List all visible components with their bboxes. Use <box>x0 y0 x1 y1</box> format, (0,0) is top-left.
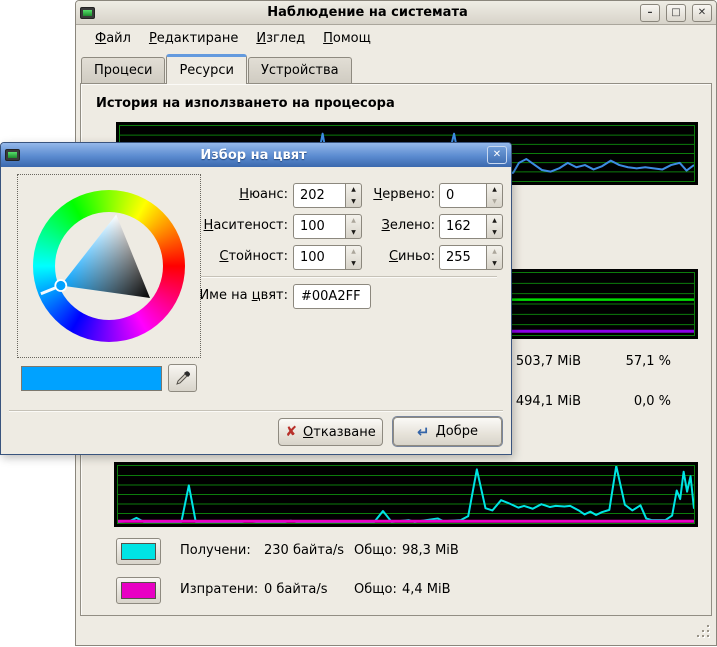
maximize-button[interactable]: □ <box>666 4 686 22</box>
sent-label: Изпратени: <box>180 582 258 597</box>
blue-down-arrow[interactable]: ▼ <box>487 258 502 270</box>
cancel-x-icon: ✘ <box>285 424 297 440</box>
received-rate: 230 байта/s <box>264 543 344 558</box>
received-color-button[interactable] <box>116 538 161 565</box>
tab-devices[interactable]: Устройства <box>248 57 352 84</box>
network-plot <box>117 465 695 524</box>
color-wheel-widget <box>17 174 201 358</box>
sent-swatch <box>121 582 156 599</box>
blue-field-row: Синьо: 255 ▲▼ <box>349 245 505 270</box>
sent-total: 4,4 MiB <box>402 582 451 597</box>
received-swatch <box>121 543 156 560</box>
eyedropper-button[interactable] <box>168 364 197 392</box>
red-label: Червено: <box>349 187 435 202</box>
green-up-arrow[interactable]: ▲ <box>487 215 502 227</box>
sv-marker <box>55 280 66 291</box>
ok-label: Добре <box>436 424 478 439</box>
hue-label: Нюанс: <box>196 187 288 202</box>
menu-view[interactable]: Изглед <box>247 27 314 50</box>
saturation-field-row: Наситеност: 100 ▲▼ <box>196 214 364 239</box>
dialog-icon <box>5 149 20 161</box>
blue-spinner: 255 ▲▼ <box>439 245 503 270</box>
eyedropper-icon <box>175 370 191 386</box>
received-label: Получени: <box>180 543 251 558</box>
hue-field-row: Нюанс: 202 ▲▼ <box>196 183 364 208</box>
blue-up-arrow[interactable]: ▲ <box>487 246 502 258</box>
blue-label: Синьо: <box>349 249 435 264</box>
sent-rate: 0 байта/s <box>264 582 328 597</box>
value-field-row: Стойност: 100 ▲▼ <box>196 245 364 270</box>
cancel-label: Отказване <box>303 425 376 440</box>
value-label: Стойност: <box>196 249 288 264</box>
menu-help[interactable]: Помощ <box>314 27 380 50</box>
network-history-chart <box>114 462 698 527</box>
statusbar <box>77 618 715 644</box>
red-field-row: Червено: 0 ▲▼ <box>349 183 505 208</box>
memory-percent: 57,1 % <box>576 354 671 369</box>
cpu-section-title: История на използването на процесора <box>96 96 395 111</box>
green-label: Зелено: <box>349 218 435 233</box>
dialog-close-button[interactable]: ✕ <box>487 146 507 164</box>
color-name-label: Име на цвят: <box>196 288 288 303</box>
window-title: Наблюдение на системата <box>99 5 636 20</box>
network-sent-row: Изпратени: 0 байта/s Общо: 4,4 MiB <box>81 577 711 605</box>
red-up-arrow[interactable]: ▲ <box>487 184 502 196</box>
tab-bar: Процеси Ресурси Устройства <box>81 54 353 84</box>
cancel-button[interactable]: ✘ Отказване <box>278 418 383 446</box>
close-button[interactable]: ✕ <box>692 4 712 22</box>
green-field-row: Зелено: 162 ▲▼ <box>349 214 505 239</box>
red-down-arrow[interactable]: ▼ <box>487 196 502 208</box>
menu-edit[interactable]: Редактиране <box>140 27 247 50</box>
dialog-title: Избор на цвят <box>24 148 483 163</box>
tab-resources[interactable]: Ресурси <box>166 54 247 84</box>
buttons-separator <box>9 410 503 412</box>
hue-input[interactable]: 202 <box>293 183 345 208</box>
resize-grip[interactable] <box>697 625 711 639</box>
green-spinner: 162 ▲▼ <box>439 214 503 239</box>
menubar: Файл Редактиране Изглед Помощ <box>76 25 716 52</box>
color-picker-dialog: Избор на цвят ✕ <box>0 142 512 455</box>
saturation-label: Наситеност: <box>196 218 288 233</box>
network-received-row: Получени: 230 байта/s Общо: 98,3 MiB <box>81 538 711 566</box>
screen: Наблюдение на системата – □ ✕ Файл Редак… <box>0 0 717 647</box>
received-total: 98,3 MiB <box>402 543 459 558</box>
red-input[interactable]: 0 <box>439 183 486 208</box>
dialog-titlebar[interactable]: Избор на цвят ✕ <box>1 143 511 167</box>
fields-separator <box>201 276 497 278</box>
received-total-label: Общо: <box>354 543 397 558</box>
sent-color-button[interactable] <box>116 577 161 604</box>
sent-total-label: Общо: <box>354 582 397 597</box>
minimize-button[interactable]: – <box>640 4 660 22</box>
color-name-input[interactable]: #00A2FF <box>293 284 371 309</box>
green-input[interactable]: 162 <box>439 214 486 239</box>
value-input[interactable]: 100 <box>293 245 345 270</box>
hue-ring[interactable] <box>33 190 185 342</box>
menu-file[interactable]: Файл <box>86 27 140 50</box>
window-titlebar[interactable]: Наблюдение на системата – □ ✕ <box>76 1 716 25</box>
green-down-arrow[interactable]: ▼ <box>487 227 502 239</box>
saturation-value-triangle[interactable] <box>33 190 185 342</box>
saturation-input[interactable]: 100 <box>293 214 345 239</box>
red-spinner: 0 ▲▼ <box>439 183 503 208</box>
ok-enter-icon: ↵ <box>417 423 430 441</box>
ok-button[interactable]: ↵ Добре <box>393 417 502 446</box>
blue-input[interactable]: 255 <box>439 245 486 270</box>
color-preview-swatch <box>21 366 162 391</box>
tab-processes[interactable]: Процеси <box>81 57 165 84</box>
system-monitor-icon <box>80 7 95 19</box>
swap-percent: 0,0 % <box>576 394 671 409</box>
